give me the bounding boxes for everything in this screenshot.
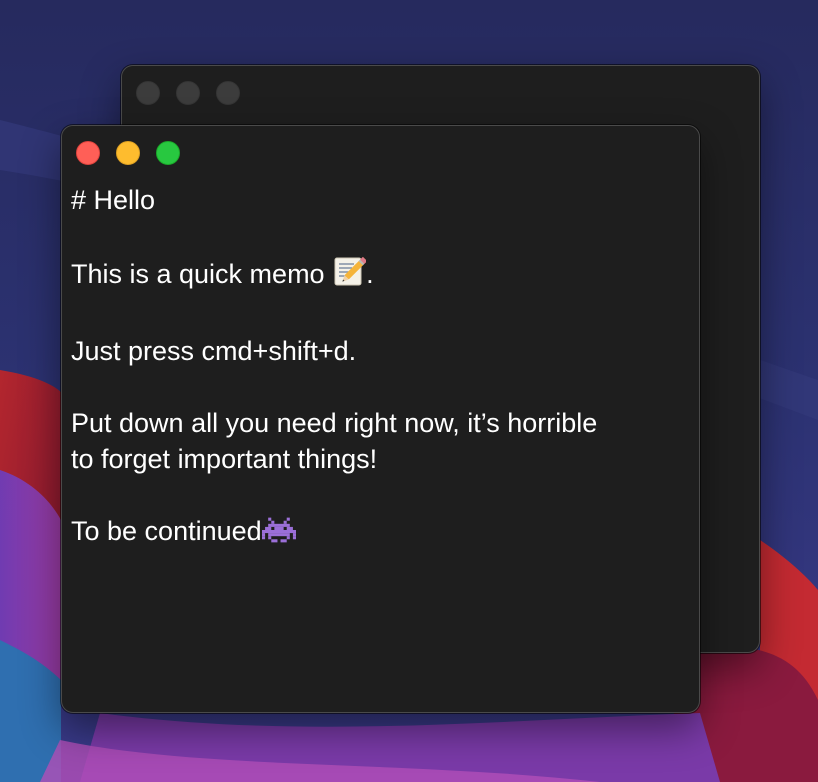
memo-line: This is a quick memo . xyxy=(71,254,686,297)
close-button-inactive[interactable] xyxy=(136,81,160,105)
shortcut-line: Just press cmd+shift+d. xyxy=(71,336,357,366)
window-controls xyxy=(76,141,180,165)
memo-pencil-icon xyxy=(332,254,368,297)
heading-line: # Hello xyxy=(71,185,156,215)
reminder-line-1: Put down all you need right now, it’s ho… xyxy=(71,408,598,438)
close-button[interactable] xyxy=(76,141,100,165)
minimize-button[interactable] xyxy=(116,141,140,165)
note-window[interactable]: # Hello This is a quick memo . Just pres… xyxy=(61,125,700,713)
window-controls-inactive xyxy=(136,81,240,105)
memo-text-editor[interactable]: # Hello This is a quick memo . Just pres… xyxy=(71,182,686,554)
memo-line-text: This is a quick memo xyxy=(71,259,333,289)
zoom-button-inactive[interactable] xyxy=(216,81,240,105)
minimize-button-inactive[interactable] xyxy=(176,81,200,105)
closing-line-text: To be continued xyxy=(71,516,262,546)
zoom-button[interactable] xyxy=(156,141,180,165)
alien-monster-icon xyxy=(261,515,296,554)
reminder-line-2: to forget important things! xyxy=(71,444,378,474)
closing-line: To be continued xyxy=(71,513,686,554)
memo-line-end: . xyxy=(366,259,374,289)
